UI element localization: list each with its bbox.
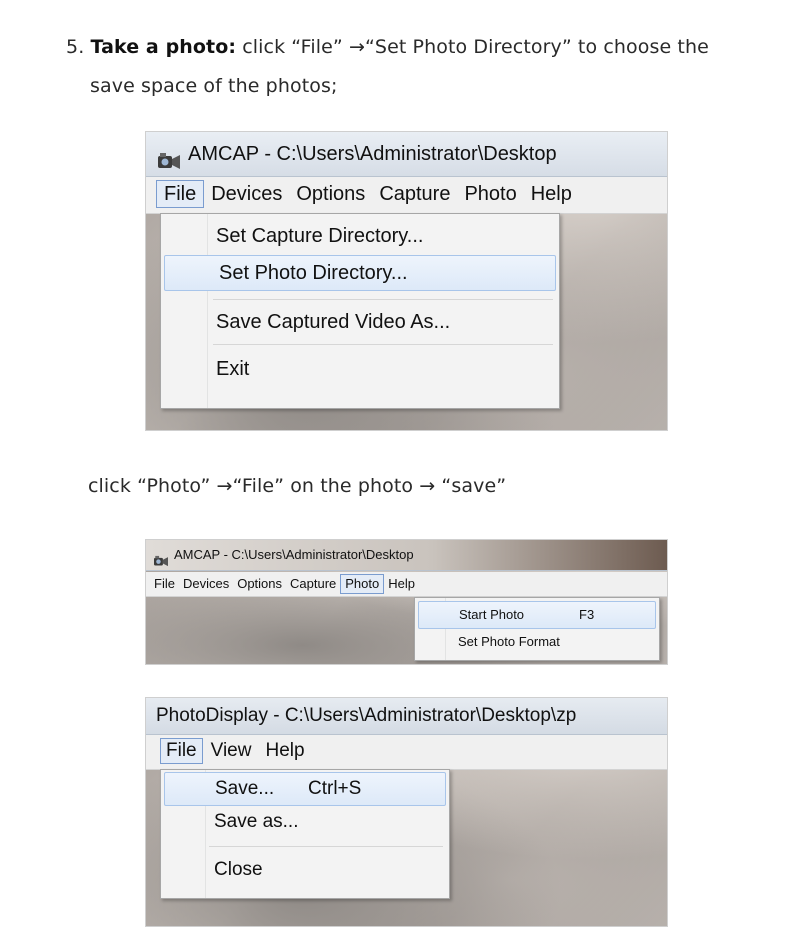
caption-2: click “Photo” →“File” on the photo → “sa… (88, 475, 507, 497)
camera-icon (152, 549, 170, 566)
file-dropdown: Set Capture Directory... Set Photo Direc… (160, 213, 560, 409)
step-heading: Take a photo: (90, 36, 237, 58)
menu-capture[interactable]: Capture (286, 572, 340, 596)
menu-photo[interactable]: Photo (457, 177, 523, 211)
window-title-bar: AMCAP - C:\Users\Administrator\Desktop (146, 540, 667, 571)
menu-item-shortcut: Ctrl+S (308, 778, 362, 799)
step-text: click “File” →“Set Photo Directory” to c… (236, 36, 709, 58)
step-line-1: 5. Take a photo: click “File” →“Set Phot… (66, 36, 709, 58)
menu-devices[interactable]: Devices (204, 177, 289, 211)
menu-item-set-photo-format[interactable]: Set Photo Format (415, 629, 659, 655)
menu-item-shortcut: F3 (579, 607, 595, 622)
menu-capture[interactable]: Capture (372, 177, 457, 211)
menu-item-label: Start Photo (459, 607, 525, 622)
menu-file[interactable]: File (156, 180, 205, 208)
menu-bar: File Devices Options Capture Photo Help (146, 572, 667, 597)
menu-options[interactable]: Options (233, 572, 286, 596)
menu-view[interactable]: View (203, 735, 260, 767)
amcap-file-menu-screenshot: AMCAP - C:\Users\Administrator\Desktop F… (145, 131, 668, 431)
menu-item-label: Exit (216, 358, 250, 380)
camera-icon (156, 144, 182, 169)
menu-help[interactable]: Help (524, 177, 579, 211)
menu-file[interactable]: File (154, 572, 179, 596)
menu-item-label: Set Photo Format (458, 634, 560, 649)
step-number: 5. (66, 36, 85, 58)
menu-item-save-captured-video[interactable]: Save Captured Video As... (161, 300, 559, 344)
menu-bar: File View Help (146, 735, 667, 770)
menu-item-save-as[interactable]: Save as... (161, 806, 449, 842)
menu-item-label: Set Photo Directory... (219, 262, 408, 284)
menu-item-start-photo[interactable]: Start Photo F3 (418, 601, 656, 629)
amcap-photo-menu-screenshot: AMCAP - C:\Users\Administrator\Desktop F… (145, 539, 668, 665)
menu-item-label: Save... (215, 778, 275, 799)
menu-item-label: Save as... (214, 811, 299, 832)
menu-item-set-capture-directory[interactable]: Set Capture Directory... (161, 217, 559, 255)
photo-dropdown: Start Photo F3 Set Photo Format (414, 597, 660, 661)
file-dropdown: Save... Ctrl+S Save as... Close (160, 769, 450, 899)
step-line-2: save space of the photos; (90, 75, 338, 97)
menu-item-close[interactable]: Close (161, 847, 449, 893)
menu-item-label: Close (214, 859, 263, 880)
menu-file[interactable]: File (160, 738, 203, 764)
menu-item-set-photo-directory[interactable]: Set Photo Directory... (164, 255, 556, 291)
menu-item-label: Save Captured Video As... (216, 311, 451, 333)
window-title: PhotoDisplay - C:\Users\Administrator\De… (156, 705, 577, 726)
window-title-bar: PhotoDisplay - C:\Users\Administrator\De… (146, 698, 667, 735)
menu-photo[interactable]: Photo (340, 574, 385, 594)
menu-item-exit[interactable]: Exit (161, 345, 559, 393)
menu-item-label: Set Capture Directory... (216, 225, 424, 247)
window-title: AMCAP - C:\Users\Administrator\Desktop (188, 143, 557, 165)
menu-item-save[interactable]: Save... Ctrl+S (164, 772, 446, 806)
menu-options[interactable]: Options (289, 177, 372, 211)
window-title: AMCAP - C:\Users\Administrator\Desktop (174, 547, 414, 562)
window-title-bar: AMCAP - C:\Users\Administrator\Desktop (146, 132, 667, 177)
menu-help[interactable]: Help (259, 735, 310, 767)
menu-devices[interactable]: Devices (179, 572, 233, 596)
menu-bar: File Devices Options Capture Photo Help (146, 177, 667, 214)
menu-help[interactable]: Help (384, 572, 419, 596)
photodisplay-file-menu-screenshot: PhotoDisplay - C:\Users\Administrator\De… (145, 697, 668, 927)
